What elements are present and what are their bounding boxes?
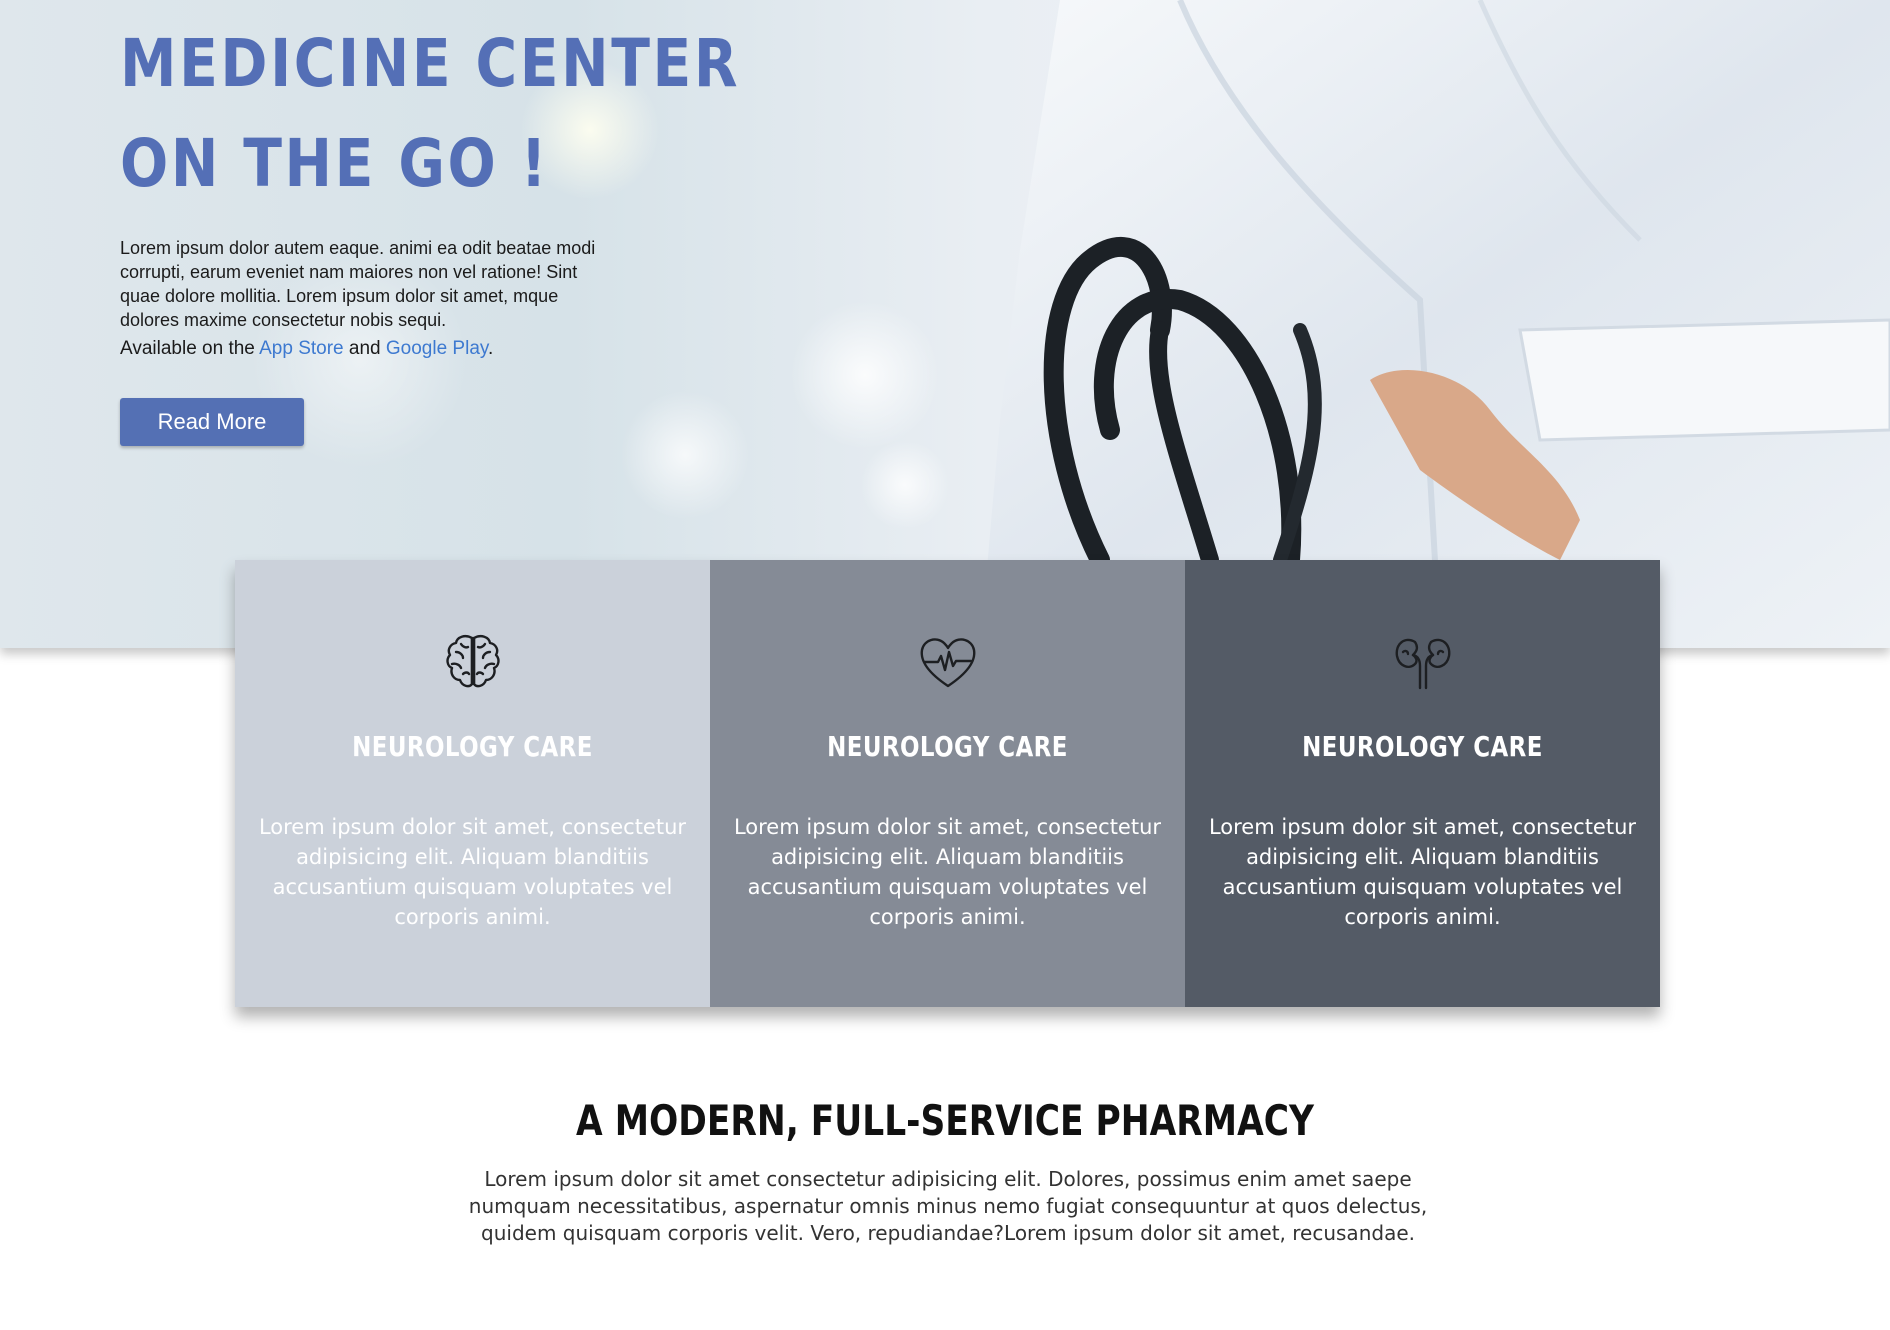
card-text: Lorem ipsum dolor sit amet, consectetur …	[1208, 815, 1637, 929]
hero-title-line1: MEDICINE CENTER	[120, 25, 741, 102]
read-more-button[interactable]: Read More	[120, 398, 304, 446]
availability-text: Available on the App Store and Google Pl…	[120, 338, 493, 360]
card-title: NEUROLOGY CARE	[352, 730, 593, 763]
google-play-link[interactable]: Google Play	[386, 338, 488, 359]
availability-conjunction: and	[343, 338, 386, 359]
heartbeat-icon	[920, 638, 975, 688]
card-title: NEUROLOGY CARE	[1302, 730, 1543, 763]
hero-section: MEDICINE CENTER ON THE GO ! Lorem ipsum …	[0, 0, 1890, 648]
card-title: NEUROLOGY CARE	[827, 730, 1068, 763]
app-store-link[interactable]: App Store	[259, 338, 344, 359]
hero-description: Lorem ipsum dolor autem eaque. animi ea …	[120, 238, 596, 330]
service-card-neurology[interactable]: NEUROLOGY CARE Lorem ipsum dolor sit ame…	[235, 560, 710, 1007]
service-card-cardiology[interactable]: NEUROLOGY CARE Lorem ipsum dolor sit ame…	[710, 560, 1185, 1007]
card-text: Lorem ipsum dolor sit amet, consectetur …	[258, 815, 687, 929]
pharmacy-title: A MODERN, FULL-SERVICE PHARMACY	[576, 1096, 1314, 1145]
service-card-nephrology[interactable]: NEUROLOGY CARE Lorem ipsum dolor sit ame…	[1185, 560, 1660, 1007]
service-cards: NEUROLOGY CARE Lorem ipsum dolor sit ame…	[235, 560, 1660, 1007]
hero-title: MEDICINE CENTER ON THE GO !	[120, 14, 740, 214]
pharmacy-description: Lorem ipsum dolor sit amet consectetur a…	[468, 1167, 1428, 1245]
availability-suffix: .	[487, 338, 494, 359]
hero-title-line2: ON THE GO !	[120, 125, 550, 202]
kidneys-icon	[1395, 638, 1450, 690]
availability-prefix: Available on the	[120, 338, 260, 359]
card-text: Lorem ipsum dolor sit amet, consectetur …	[733, 815, 1162, 929]
brain-icon	[445, 635, 500, 688]
